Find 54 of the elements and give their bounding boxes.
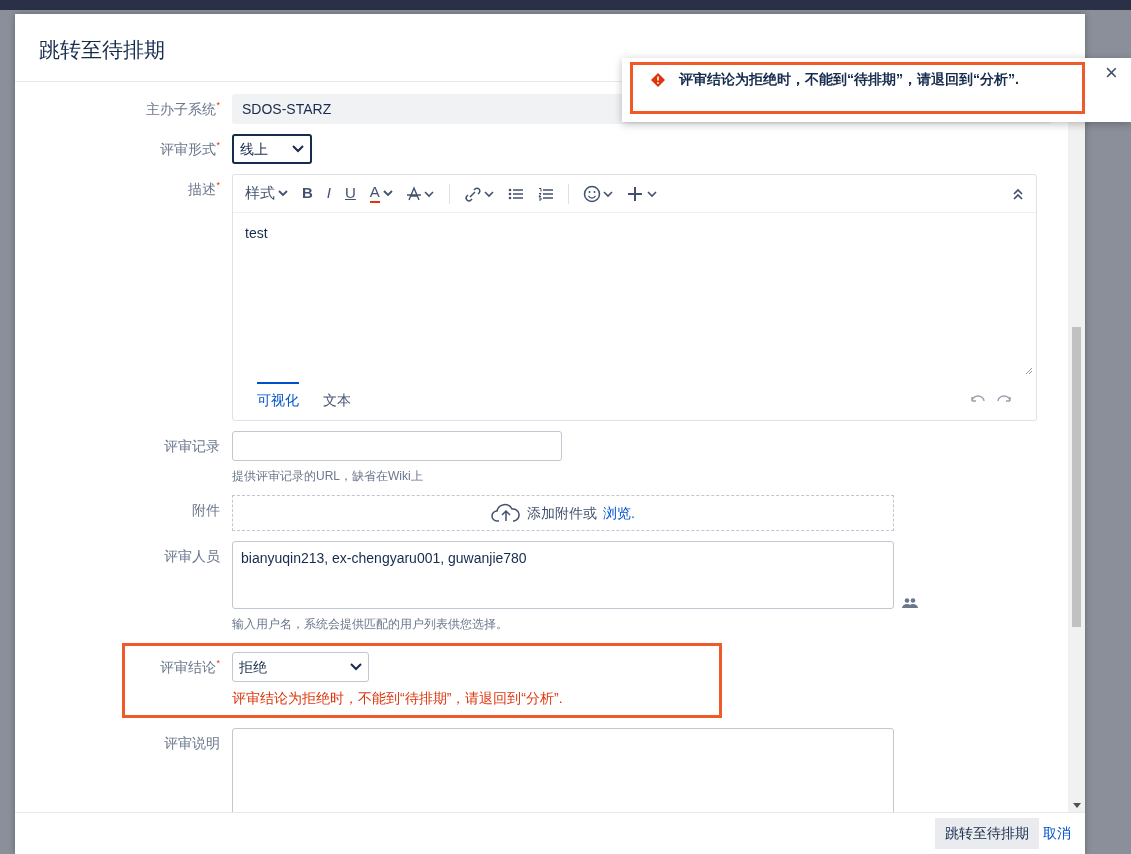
caret-icon xyxy=(292,145,304,153)
plus-icon[interactable] xyxy=(626,185,657,202)
editor-tab[interactable]: 文本 xyxy=(323,381,351,417)
select-field[interactable]: 线上 xyxy=(232,134,312,164)
bold-button[interactable]: B xyxy=(302,182,313,205)
cloud-upload-icon xyxy=(491,503,522,523)
field-label: 附件 xyxy=(192,502,220,518)
attachment-text: 添加附件或 xyxy=(527,503,598,523)
select-field[interactable]: 拒绝 xyxy=(232,652,369,682)
error-icon xyxy=(651,73,665,87)
required-mark: * xyxy=(216,100,220,110)
bullet-list-icon[interactable] xyxy=(507,186,524,201)
field-label: 评审说明 xyxy=(164,735,220,751)
help-text: 提供评审记录的URL，缺省在Wiki上 xyxy=(232,468,424,485)
text-color-button[interactable]: A xyxy=(369,184,393,203)
field-label: 评审人员 xyxy=(164,548,220,564)
italic-button[interactable]: I xyxy=(326,182,331,205)
attachment-dropzone[interactable]: 添加附件或 浏览. xyxy=(232,495,894,531)
close-button[interactable]: × xyxy=(1105,62,1118,84)
textarea-field[interactable] xyxy=(232,728,894,812)
text-input[interactable] xyxy=(232,431,562,461)
style-dropdown[interactable]: 样式 xyxy=(245,182,288,205)
resize-handle-icon xyxy=(1025,367,1033,375)
emoji-icon[interactable] xyxy=(582,184,613,203)
caret-icon xyxy=(382,190,393,197)
reviewers-textarea[interactable]: bianyuqin213, ex-chengyaru001, guwanjie780 xyxy=(232,541,894,609)
required-mark: * xyxy=(216,140,220,150)
error-message: 评审结论为拒绝时，不能到“待排期”，请退回到“分析”. xyxy=(232,689,563,708)
undo-redo-icon[interactable] xyxy=(970,393,1012,405)
browse-link[interactable]: 浏览. xyxy=(603,502,635,524)
required-mark: * xyxy=(216,180,220,190)
required-mark: * xyxy=(216,658,220,668)
link-icon[interactable] xyxy=(463,185,494,202)
collapse-icon[interactable] xyxy=(1012,187,1024,200)
underline-button[interactable]: U xyxy=(345,182,356,205)
caret-icon xyxy=(350,663,362,671)
rich-text-editor[interactable]: 样式 B I U A test 可视化 文本 xyxy=(232,174,1037,421)
field-label: 主办子系统 xyxy=(146,101,217,117)
submit-button[interactable]: 跳转至待排期 xyxy=(935,818,1039,849)
numbered-list-icon[interactable] xyxy=(537,186,554,201)
toast-message: 评审结论为拒绝时，不能到“待排期”，请退回到“分析”. xyxy=(679,70,1019,89)
people-icon[interactable] xyxy=(902,597,918,609)
scrollbar-thumb[interactable] xyxy=(1072,327,1081,627)
field-label: 评审形式 xyxy=(160,141,217,157)
help-text: 输入用户名，系统会提供匹配的用户列表供您选择。 xyxy=(232,616,509,633)
cancel-link[interactable]: 取消 xyxy=(1043,823,1071,844)
field-label: 评审结论 xyxy=(160,659,217,675)
editor-text: test xyxy=(245,225,268,241)
field-label: 描述 xyxy=(188,181,217,197)
editor-tab[interactable]: 可视化 xyxy=(257,381,299,417)
scroll-down-icon[interactable] xyxy=(1072,803,1081,808)
field-label: 评审记录 xyxy=(164,438,220,454)
caret-icon xyxy=(278,190,288,197)
text-format-icon[interactable] xyxy=(406,185,435,202)
